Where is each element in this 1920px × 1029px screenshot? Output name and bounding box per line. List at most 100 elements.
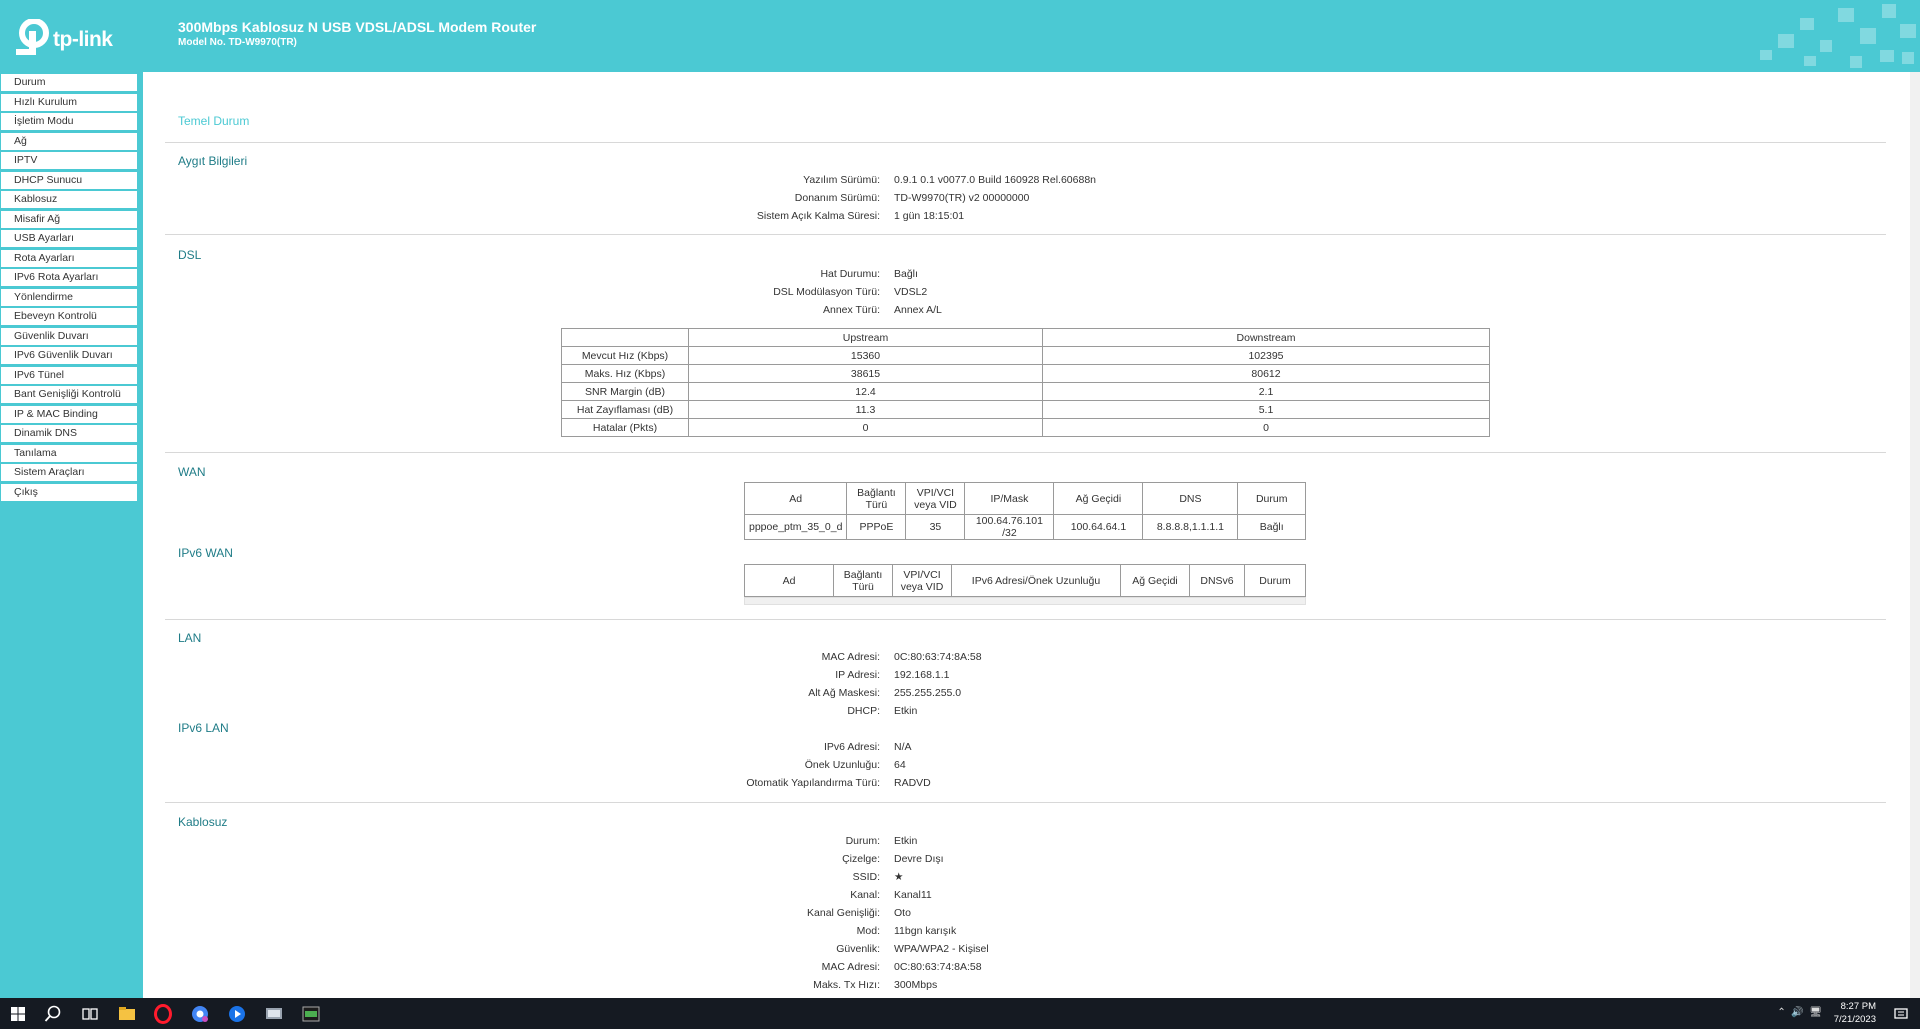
table-cell: 15360 [688,346,1043,365]
clock-time: 8:27 PM [1840,1001,1876,1012]
section-divider [165,802,1886,803]
terminal-icon[interactable] [300,1003,322,1025]
table-header-cell: VPI/VCI veya VID [892,564,952,597]
media-icon[interactable] [226,1003,248,1025]
clock[interactable]: 8:27 PM 7/21/2023 [1834,1000,1876,1026]
sidebar-item-hizli-kurulum[interactable]: Hızlı Kurulum [1,93,137,111]
value-wireless-mac: 0C:80:63:74:8A:58 [894,961,982,973]
table-cell: 12.4 [688,382,1043,401]
section-title-wireless: Kablosuz [178,815,228,829]
ipv6-wan-table: Ad Bağlantı Türü VPI/VCI veya VID IPv6 A… [744,564,1306,597]
sidebar-item-guvenlik-duvari[interactable]: Güvenlik Duvarı [1,327,137,345]
label-security: Güvenlik: [836,943,880,955]
table-cell: 0 [1042,418,1490,437]
clock-date: 7/21/2023 [1833,1014,1876,1025]
app-icon[interactable] [263,1003,285,1025]
table-header-cell: Durum [1244,564,1306,597]
section-title-device: Aygıt Bilgileri [178,154,248,168]
table-cell: Hat Zayıflaması (dB) [561,400,689,419]
value-schedule: Devre Dışı [894,853,944,865]
sidebar-item-iptv[interactable]: IPTV [1,152,137,169]
label-lan-subnet: Alt Ağ Maskesi: [808,687,880,699]
table-header-cell: DNS [1142,482,1239,515]
chrome-icon[interactable] [189,1003,211,1025]
table-cell: 11.3 [688,400,1043,419]
sidebar-item-sistem-araclari[interactable]: Sistem Araçları [1,464,137,481]
model-number: Model No. TD-W9970(TR) [178,37,297,48]
sidebar-item-misafir-ag[interactable]: Misafir Ağ [1,210,137,228]
value-security: WPA/WPA2 - Kişisel [894,943,989,955]
table-header-cell [561,328,689,347]
table-header-upstream: Upstream [688,328,1043,347]
ipv6-wan-scrollbar[interactable] [744,597,1306,605]
sidebar-item-ipv6-tunel[interactable]: IPv6 Tünel [1,366,137,384]
sidebar-item-ag[interactable]: Ağ [1,132,137,150]
sidebar-item-tanilama[interactable]: Tanılama [1,444,137,462]
search-icon[interactable] [42,1003,64,1025]
value-wireless-status: Etkin [894,835,918,847]
header-banner: tp-link 300Mbps Kablosuz N USB VDSL/ADSL… [0,0,1920,72]
table-header-row: Upstream Downstream [561,328,1490,347]
value-line-status: Bağlı [894,268,918,280]
section-divider [165,234,1886,235]
sidebar-item-usb-ayarlari[interactable]: USB Ayarları [1,230,137,247]
sidebar-item-durum[interactable]: Durum [1,74,137,91]
value-lan-mac: 0C:80:63:74:8A:58 [894,651,982,663]
table-row: Maks. Hız (Kbps) 38615 80612 [561,364,1490,383]
sidebar-item-dinamik-dns[interactable]: Dinamik DNS [1,425,137,442]
sidebar-item-cikis[interactable]: Çıkış [1,483,137,501]
tp-link-logo-icon [16,19,49,55]
table-cell: 100.64.64.1 [1053,514,1144,540]
table-cell: 0 [688,418,1043,437]
section-title-lan: LAN [178,631,202,645]
table-cell: Maks. Hız (Kbps) [561,364,689,383]
label-line-status: Hat Durumu: [820,268,880,280]
table-row: Hat Zayıflaması (dB) 11.3 5.1 [561,400,1490,419]
value-mode: 11bgn karışık [894,925,957,937]
sidebar-item-bant-genisligi-kontrolu[interactable]: Bant Genişliği Kontrolü [1,386,137,403]
table-cell: Bağlı [1237,514,1306,540]
page-scrollbar[interactable] [1910,72,1920,998]
label-max-tx-rate: Maks. Tx Hızı: [813,979,880,991]
value-lan-dhcp: Etkin [894,705,918,717]
sidebar-item-rota-ayarlari[interactable]: Rota Ayarları [1,249,137,267]
table-header-cell: Ağ Geçidi [1120,564,1190,597]
sidebar-item-yonlendirme[interactable]: Yönlendirme [1,288,137,306]
sidebar-item-ipv6-rota-ayarlari[interactable]: IPv6 Rota Ayarları [1,269,137,286]
windows-taskbar: ⌃ 🔊 🖥 8:27 PM 7/21/2023 [0,998,1920,1029]
label-autoconfig-type: Otomatik Yapılandırma Türü: [746,777,880,789]
main-content: Temel Durum Aygıt Bilgileri Yazılım Sürü… [143,72,1910,998]
label-schedule: Çizelge: [842,853,880,865]
value-hardware-version: TD-W9970(TR) v2 00000000 [894,192,1030,204]
sidebar-item-ip-mac-binding[interactable]: IP & MAC Binding [1,405,137,423]
section-divider [165,142,1886,143]
sidebar-item-dhcp-sunucu[interactable]: DHCP Sunucu [1,171,137,189]
sidebar-item-ipv6-guvenlik-duvari[interactable]: IPv6 Güvenlik Duvarı [1,347,137,364]
header-decoration [1760,4,1916,68]
sidebar-item-isletim-modu[interactable]: İşletim Modu [1,113,137,130]
windows-start-icon[interactable] [7,1003,29,1025]
value-ipv6-address: N/A [894,741,912,753]
task-view-icon[interactable] [79,1003,101,1025]
value-annex-type: Annex A/L [894,304,942,316]
table-header-cell: Ağ Geçidi [1053,482,1144,515]
table-cell: 8.8.8.8,1.1.1.1 [1142,514,1239,540]
sidebar-item-kablosuz[interactable]: Kablosuz [1,191,137,208]
label-lan-mac: MAC Adresi: [821,651,880,663]
notification-icon[interactable] [1890,1003,1912,1025]
table-cell: 35 [905,514,966,540]
value-software-version: 0.9.1 0.1 v0077.0 Build 160928 Rel.60688… [894,174,1096,186]
label-annex-type: Annex Türü: [822,304,880,316]
section-title-dsl: DSL [178,248,202,262]
opera-icon[interactable] [152,1003,174,1025]
label-prefix-length: Önek Uzunluğu: [804,759,880,771]
table-cell: 100.64.76.101 /32 [964,514,1055,540]
file-explorer-icon[interactable] [116,1003,138,1025]
system-tray-icons[interactable]: ⌃ 🔊 🖥 [1777,1007,1822,1018]
table-header-row: Ad Bağlantı Türü VPI/VCI veya VID IPv6 A… [744,564,1306,597]
sidebar-item-ebeveyn-kontrolu[interactable]: Ebeveyn Kontrolü [1,308,137,325]
label-hardware-version: Donanım Sürümü: [794,192,880,204]
table-row: SNR Margin (dB) 12.4 2.1 [561,382,1490,401]
table-header-cell: Bağlantı Türü [846,482,907,515]
product-title: 300Mbps Kablosuz N USB VDSL/ADSL Modem R… [178,19,537,35]
